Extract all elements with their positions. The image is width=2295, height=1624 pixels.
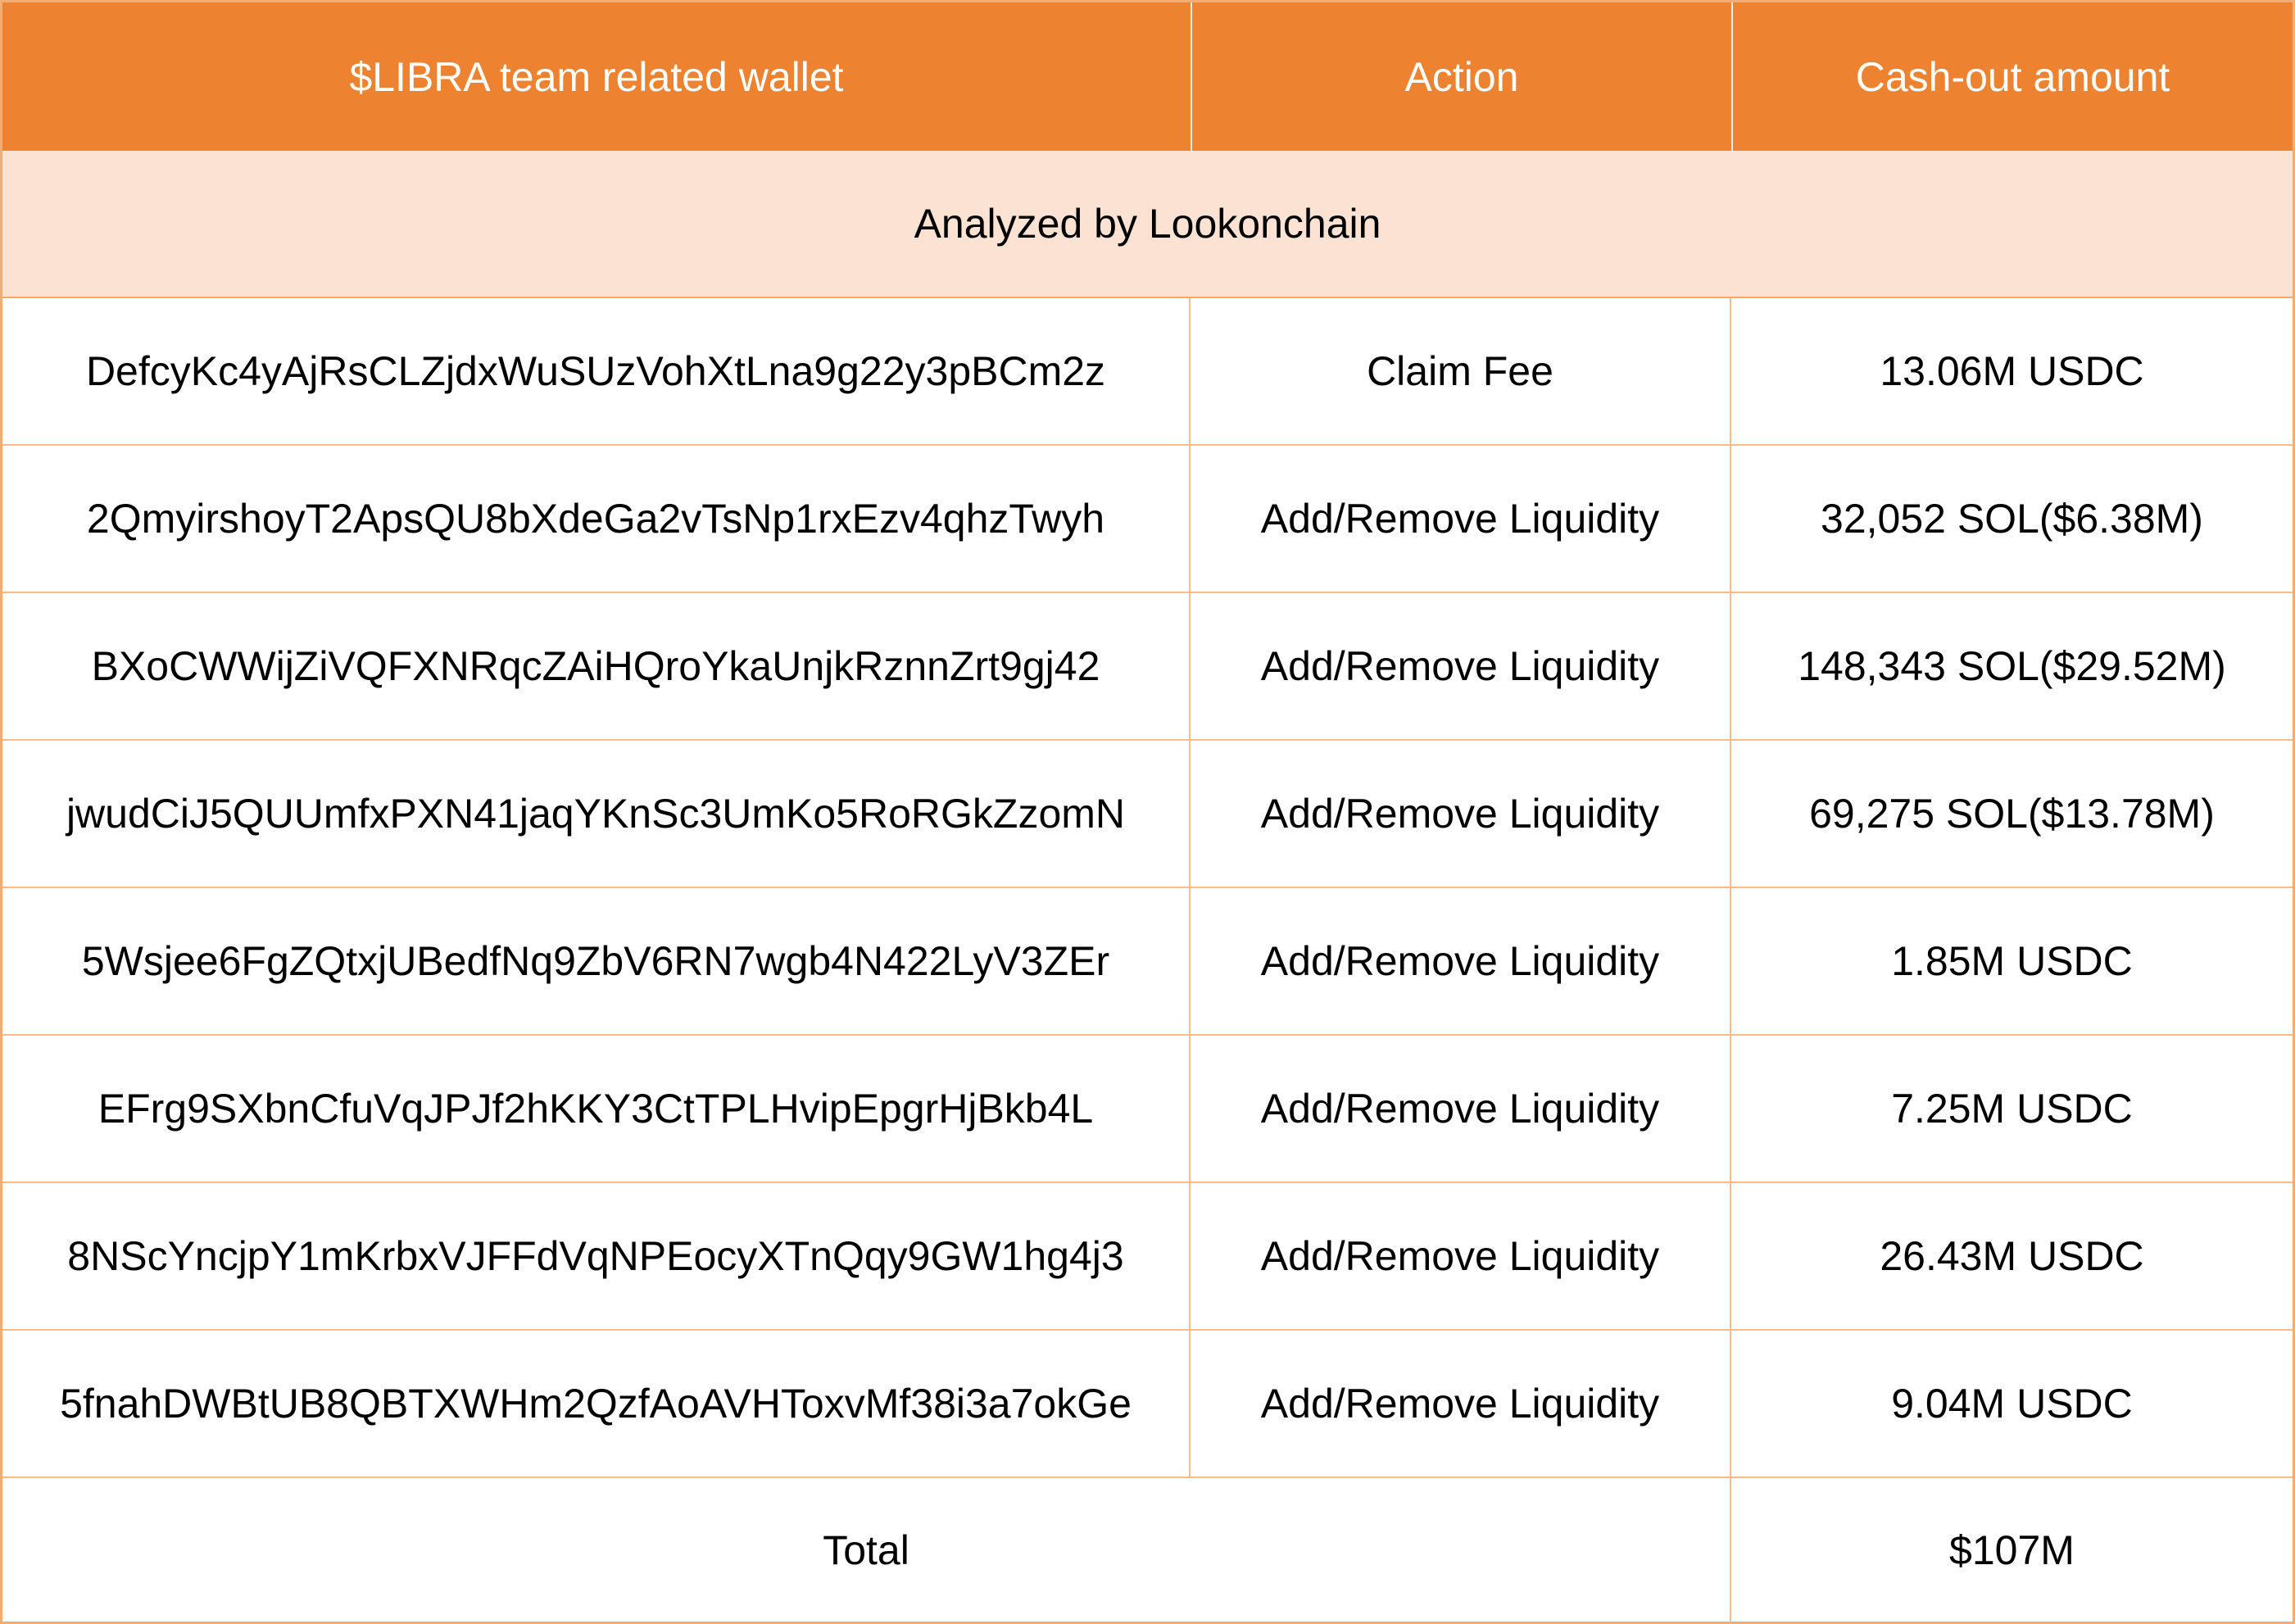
- table-row: jwudCiJ5QUUmfxPXN41jaqYKnSc3UmKo5RoRGkZz…: [2, 741, 2293, 888]
- amount-cell: 32,052 SOL($6.38M): [1731, 446, 2293, 593]
- table-header-row: $LIBRA team related wallet Action Cash-o…: [2, 2, 2293, 151]
- amount-cell: 69,275 SOL($13.78M): [1731, 741, 2293, 888]
- total-amount-cell: $107M: [1731, 1478, 2293, 1622]
- action-cell: Add/Remove Liquidity: [1191, 593, 1731, 741]
- table-row: EFrg9SXbnCfuVqJPJf2hKKY3CtTPLHvipEpgrHjB…: [2, 1036, 2293, 1183]
- table-row: 5fnahDWBtUB8QBTXWHm2QzfAoAVHToxvMf38i3a7…: [2, 1331, 2293, 1478]
- amount-cell: 1.85M USDC: [1731, 888, 2293, 1036]
- table-row: BXoCWWijZiVQFXNRqcZAiHQroYkaUnjkRznnZrt9…: [2, 593, 2293, 741]
- col-header-action: Action: [1191, 2, 1731, 151]
- action-cell: Add/Remove Liquidity: [1191, 1183, 1731, 1331]
- amount-cell: 148,343 SOL($29.52M): [1731, 593, 2293, 741]
- col-header-wallet: $LIBRA team related wallet: [2, 2, 1191, 151]
- action-cell: Add/Remove Liquidity: [1191, 1331, 1731, 1478]
- wallet-address-cell: 5fnahDWBtUB8QBTXWHm2QzfAoAVHToxvMf38i3a7…: [2, 1331, 1191, 1478]
- action-cell: Add/Remove Liquidity: [1191, 741, 1731, 888]
- amount-cell: 9.04M USDC: [1731, 1331, 2293, 1478]
- amount-cell: 7.25M USDC: [1731, 1036, 2293, 1183]
- table-row: 8NScYncjpY1mKrbxVJFFdVqNPEocyXTnQqy9GW1h…: [2, 1183, 2293, 1331]
- action-cell: Add/Remove Liquidity: [1191, 1036, 1731, 1183]
- table-row: 2QmyirshoyT2ApsQU8bXdeGa2vTsNp1rxEzv4qhz…: [2, 446, 2293, 593]
- total-label-cell: Total: [2, 1478, 1731, 1622]
- wallet-address-cell: 5Wsjee6FgZQtxjUBedfNq9ZbV6RN7wgb4N422LyV…: [2, 888, 1191, 1036]
- col-header-amount: Cash-out amount: [1731, 2, 2293, 151]
- cashout-table: $LIBRA team related wallet Action Cash-o…: [0, 0, 2295, 1624]
- wallet-address-cell: 8NScYncjpY1mKrbxVJFFdVqNPEocyXTnQqy9GW1h…: [2, 1183, 1191, 1331]
- table-row: DefcyKc4yAjRsCLZjdxWuSUzVohXtLna9g22y3pB…: [2, 298, 2293, 446]
- wallet-address-cell: BXoCWWijZiVQFXNRqcZAiHQroYkaUnjkRznnZrt9…: [2, 593, 1191, 741]
- total-row: Total $107M: [2, 1478, 2293, 1622]
- action-cell: Add/Remove Liquidity: [1191, 888, 1731, 1036]
- wallet-address-cell: 2QmyirshoyT2ApsQU8bXdeGa2vTsNp1rxEzv4qhz…: [2, 446, 1191, 593]
- action-cell: Claim Fee: [1191, 298, 1731, 446]
- amount-cell: 26.43M USDC: [1731, 1183, 2293, 1331]
- amount-cell: 13.06M USDC: [1731, 298, 2293, 446]
- analyzed-by-banner: Analyzed by Lookonchain: [2, 151, 2293, 298]
- wallet-address-cell: EFrg9SXbnCfuVqJPJf2hKKY3CtTPLHvipEpgrHjB…: [2, 1036, 1191, 1183]
- table-row: 5Wsjee6FgZQtxjUBedfNq9ZbV6RN7wgb4N422LyV…: [2, 888, 2293, 1036]
- wallet-address-cell: jwudCiJ5QUUmfxPXN41jaqYKnSc3UmKo5RoRGkZz…: [2, 741, 1191, 888]
- wallet-address-cell: DefcyKc4yAjRsCLZjdxWuSUzVohXtLna9g22y3pB…: [2, 298, 1191, 446]
- action-cell: Add/Remove Liquidity: [1191, 446, 1731, 593]
